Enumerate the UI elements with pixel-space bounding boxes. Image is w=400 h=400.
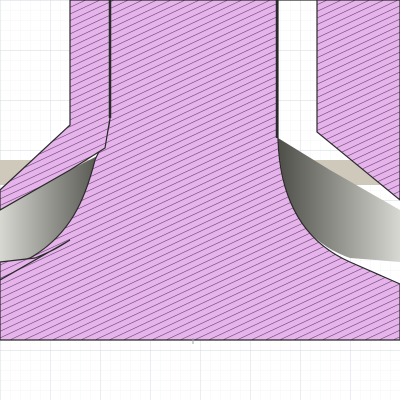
cad-viewport[interactable] [0,0,400,400]
section-view-canvas[interactable] [0,0,400,400]
